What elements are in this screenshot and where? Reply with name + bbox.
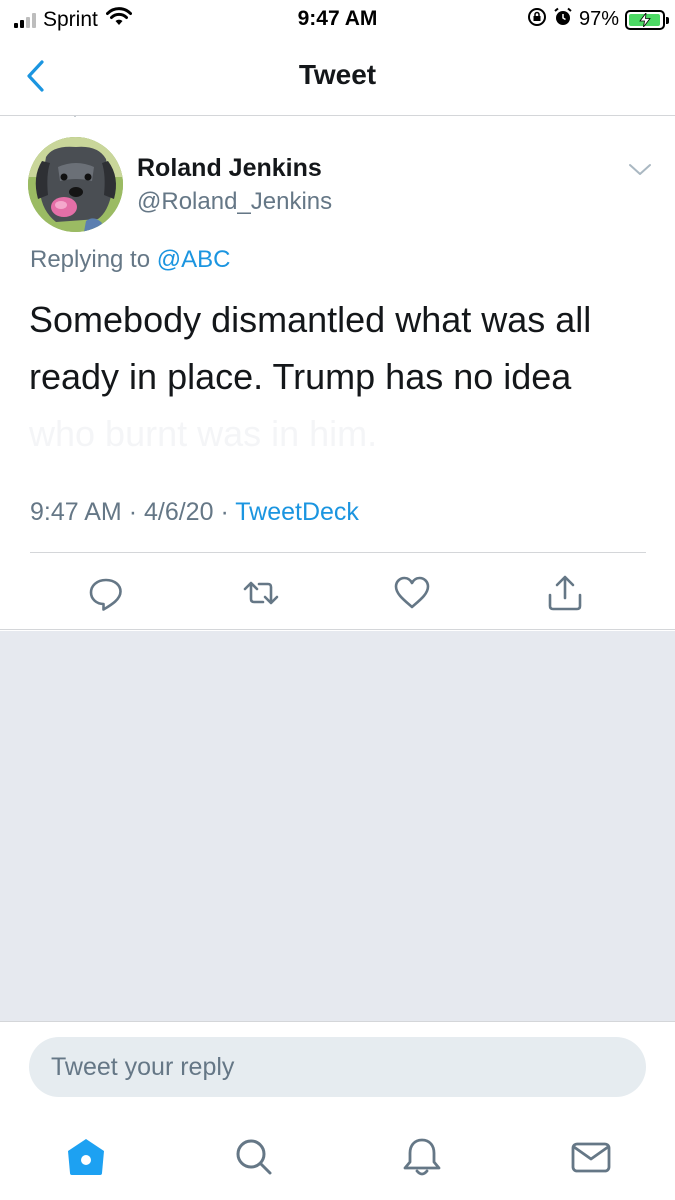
author-name[interactable]: Roland Jenkins xyxy=(137,154,322,183)
battery-icon xyxy=(625,9,669,30)
tab-search[interactable] xyxy=(231,1135,275,1179)
alarm-icon xyxy=(553,7,573,32)
chevron-down-icon xyxy=(629,164,651,175)
share-icon xyxy=(548,575,582,611)
tweet-time: 9:47 AM xyxy=(30,498,122,526)
tab-home[interactable] xyxy=(64,1135,108,1179)
reply-icon xyxy=(89,578,122,611)
reply-button[interactable] xyxy=(86,573,126,613)
tweet-date: 4/6/20 xyxy=(143,498,214,526)
tweet-detail: Roland Jenkins @Roland_Jenkins Replying … xyxy=(0,117,675,630)
search-icon xyxy=(236,1139,272,1175)
replying-to: Replying to @ABC xyxy=(30,246,230,274)
tweet-actions xyxy=(0,553,675,630)
tweet-source-link[interactable]: TweetDeck xyxy=(235,498,359,526)
share-button[interactable] xyxy=(545,573,585,613)
notifications-icon xyxy=(403,1138,441,1176)
empty-area xyxy=(0,631,675,1021)
replying-to-mention[interactable]: @ABC xyxy=(157,246,231,273)
tweet-text-line: ready in place. Trump has no idea xyxy=(29,356,572,397)
tweet-text: Somebody dismantled what was all ready i… xyxy=(29,291,649,462)
meta-separator: · xyxy=(128,498,138,526)
home-icon xyxy=(68,1139,104,1175)
tweet-meta: 9:47 AM · 4/6/20 · TweetDeck xyxy=(30,498,359,527)
avatar[interactable] xyxy=(28,137,123,232)
like-icon xyxy=(394,576,430,609)
tab-messages[interactable] xyxy=(569,1135,613,1179)
meta-separator: · xyxy=(220,498,229,526)
page-title: Tweet xyxy=(298,59,377,90)
orientation-lock-icon xyxy=(527,7,547,32)
reply-input[interactable] xyxy=(29,1037,646,1097)
battery-percent: 97% xyxy=(578,8,619,30)
retweet-icon xyxy=(243,581,279,605)
tweet-text-line: Somebody dismantled what was all xyxy=(29,299,592,340)
tab-notifications[interactable] xyxy=(400,1135,444,1179)
tweet-text-line-faded: who burnt was in him. xyxy=(29,413,378,454)
author-handle[interactable]: @Roland_Jenkins xyxy=(137,188,332,216)
replying-to-label: Replying to xyxy=(30,246,151,273)
tab-bar xyxy=(0,1113,675,1200)
tweet-options-button[interactable] xyxy=(625,157,655,181)
nav-bar: Tweet xyxy=(0,38,675,116)
messages-icon xyxy=(571,1142,611,1173)
status-bar: Sprint 9:47 AM 97% xyxy=(0,0,675,38)
status-right: 97% xyxy=(527,7,669,32)
retweet-button[interactable] xyxy=(241,573,281,613)
like-button[interactable] xyxy=(392,573,432,613)
reply-composer xyxy=(0,1021,675,1113)
